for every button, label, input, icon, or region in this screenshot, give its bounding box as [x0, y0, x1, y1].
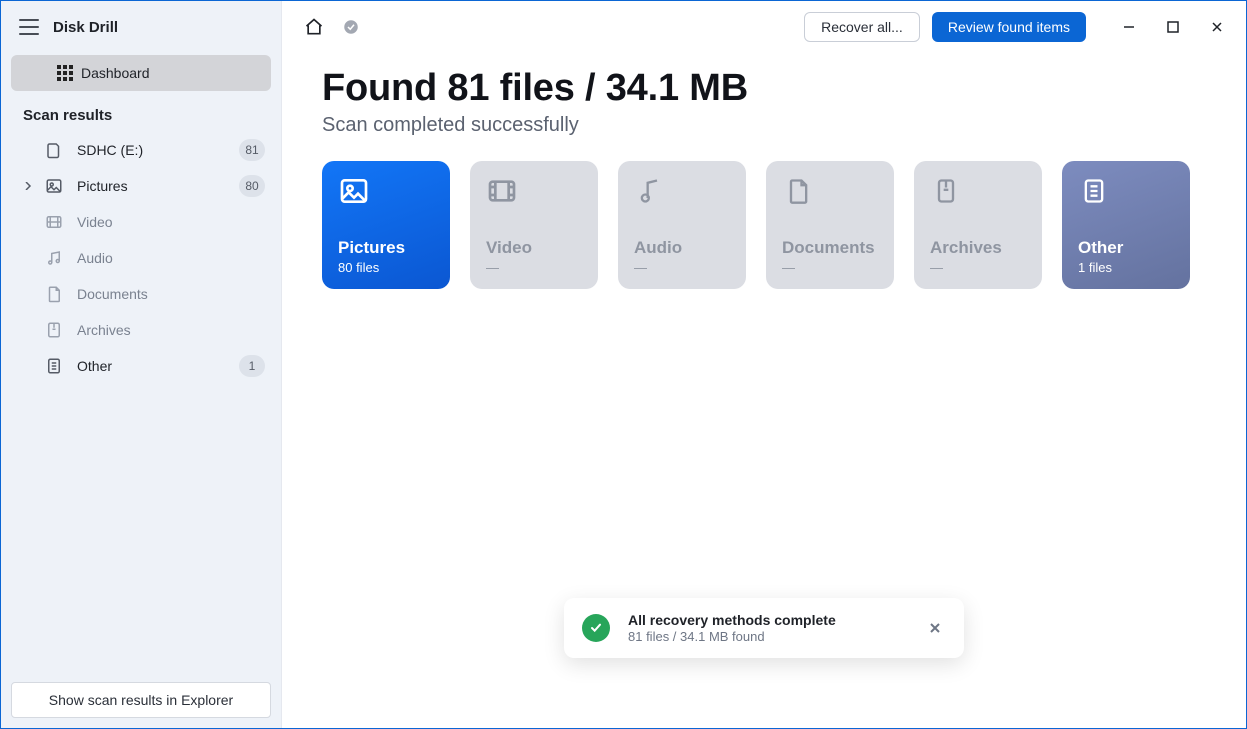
other-icon	[1078, 175, 1110, 207]
sidebar-item-other[interactable]: Other 1	[1, 348, 281, 384]
headline: Found 81 files / 34.1 MB Scan completed …	[282, 53, 1246, 137]
sidebar-item-audio[interactable]: Audio	[1, 240, 281, 276]
show-in-explorer-button[interactable]: Show scan results in Explorer	[11, 682, 271, 718]
count-badge: 80	[239, 175, 265, 197]
sidebar-item-video[interactable]: Video	[1, 204, 281, 240]
home-icon[interactable]	[304, 17, 324, 37]
audio-icon	[45, 249, 63, 267]
sidebar-header: Disk Drill	[1, 1, 281, 53]
card-audio[interactable]: Audio —	[618, 161, 746, 289]
card-other[interactable]: Other 1 files	[1062, 161, 1190, 289]
check-icon	[582, 614, 610, 642]
chevron-right-icon[interactable]	[23, 181, 33, 191]
page-title: Found 81 files / 34.1 MB	[322, 67, 1206, 110]
sidebar: Disk Drill Dashboard Scan results	[1, 1, 282, 728]
card-pictures[interactable]: Pictures 80 files	[322, 161, 450, 289]
category-cards: Pictures 80 files Video —	[282, 137, 1246, 289]
card-sub: —	[782, 260, 878, 275]
count-badge: 1	[239, 355, 265, 377]
sidebar-item-documents[interactable]: Documents	[1, 276, 281, 312]
sidebar-item-label: Pictures	[77, 178, 128, 194]
sd-card-icon	[45, 141, 63, 159]
card-sub: 80 files	[338, 260, 434, 275]
nav-dashboard-label: Dashboard	[81, 65, 150, 81]
card-title: Pictures	[338, 238, 434, 258]
card-archives[interactable]: Archives —	[914, 161, 1042, 289]
archive-icon	[45, 321, 63, 339]
sidebar-section-header: Scan results	[1, 93, 281, 132]
card-title: Video	[486, 238, 582, 258]
menu-icon[interactable]	[19, 17, 39, 37]
window-maximize-icon[interactable]	[1162, 16, 1184, 38]
sidebar-item-drive[interactable]: SDHC (E:) 81	[1, 132, 281, 168]
page-subtitle: Scan completed successfully	[322, 114, 1206, 137]
doc-icon	[45, 285, 63, 303]
video-icon	[486, 175, 518, 207]
recover-all-button[interactable]: Recover all...	[804, 12, 920, 42]
sidebar-item-label: Documents	[77, 286, 148, 302]
window-close-icon[interactable]	[1206, 16, 1228, 38]
toast-subtitle: 81 files / 34.1 MB found	[628, 629, 906, 644]
toolbar: Recover all... Review found items	[282, 1, 1246, 53]
sidebar-item-label: Archives	[77, 322, 131, 338]
grid-icon	[55, 63, 75, 83]
card-sub: —	[930, 260, 1026, 275]
audio-icon	[634, 175, 666, 207]
sidebar-item-label: Other	[77, 358, 112, 374]
pictures-icon	[45, 177, 63, 195]
card-title: Audio	[634, 238, 730, 258]
sidebar-item-pictures[interactable]: Pictures 80	[1, 168, 281, 204]
sidebar-item-label: SDHC (E:)	[77, 142, 143, 158]
sidebar-item-label: Video	[77, 214, 113, 230]
video-icon	[45, 213, 63, 231]
other-icon	[45, 357, 63, 375]
sidebar-item-archives[interactable]: Archives	[1, 312, 281, 348]
card-video[interactable]: Video —	[470, 161, 598, 289]
main-area: Recover all... Review found items Found …	[282, 1, 1246, 728]
doc-icon	[782, 175, 814, 207]
check-badge-icon	[342, 18, 360, 36]
pictures-icon	[338, 175, 370, 207]
card-documents[interactable]: Documents —	[766, 161, 894, 289]
app-window: Disk Drill Dashboard Scan results	[0, 0, 1247, 729]
window-minimize-icon[interactable]	[1118, 16, 1140, 38]
review-items-button[interactable]: Review found items	[932, 12, 1086, 42]
card-sub: 1 files	[1078, 260, 1174, 275]
card-title: Other	[1078, 238, 1174, 258]
toast-notification: All recovery methods complete 81 files /…	[564, 598, 964, 658]
app-title: Disk Drill	[53, 19, 118, 36]
card-sub: —	[634, 260, 730, 275]
card-title: Documents	[782, 238, 878, 258]
count-badge: 81	[239, 139, 265, 161]
toast-title: All recovery methods complete	[628, 612, 906, 628]
card-title: Archives	[930, 238, 1026, 258]
close-icon[interactable]	[924, 617, 946, 639]
sidebar-item-label: Audio	[77, 250, 113, 266]
archive-icon	[930, 175, 962, 207]
card-sub: —	[486, 260, 582, 275]
nav-dashboard[interactable]: Dashboard	[11, 55, 271, 91]
